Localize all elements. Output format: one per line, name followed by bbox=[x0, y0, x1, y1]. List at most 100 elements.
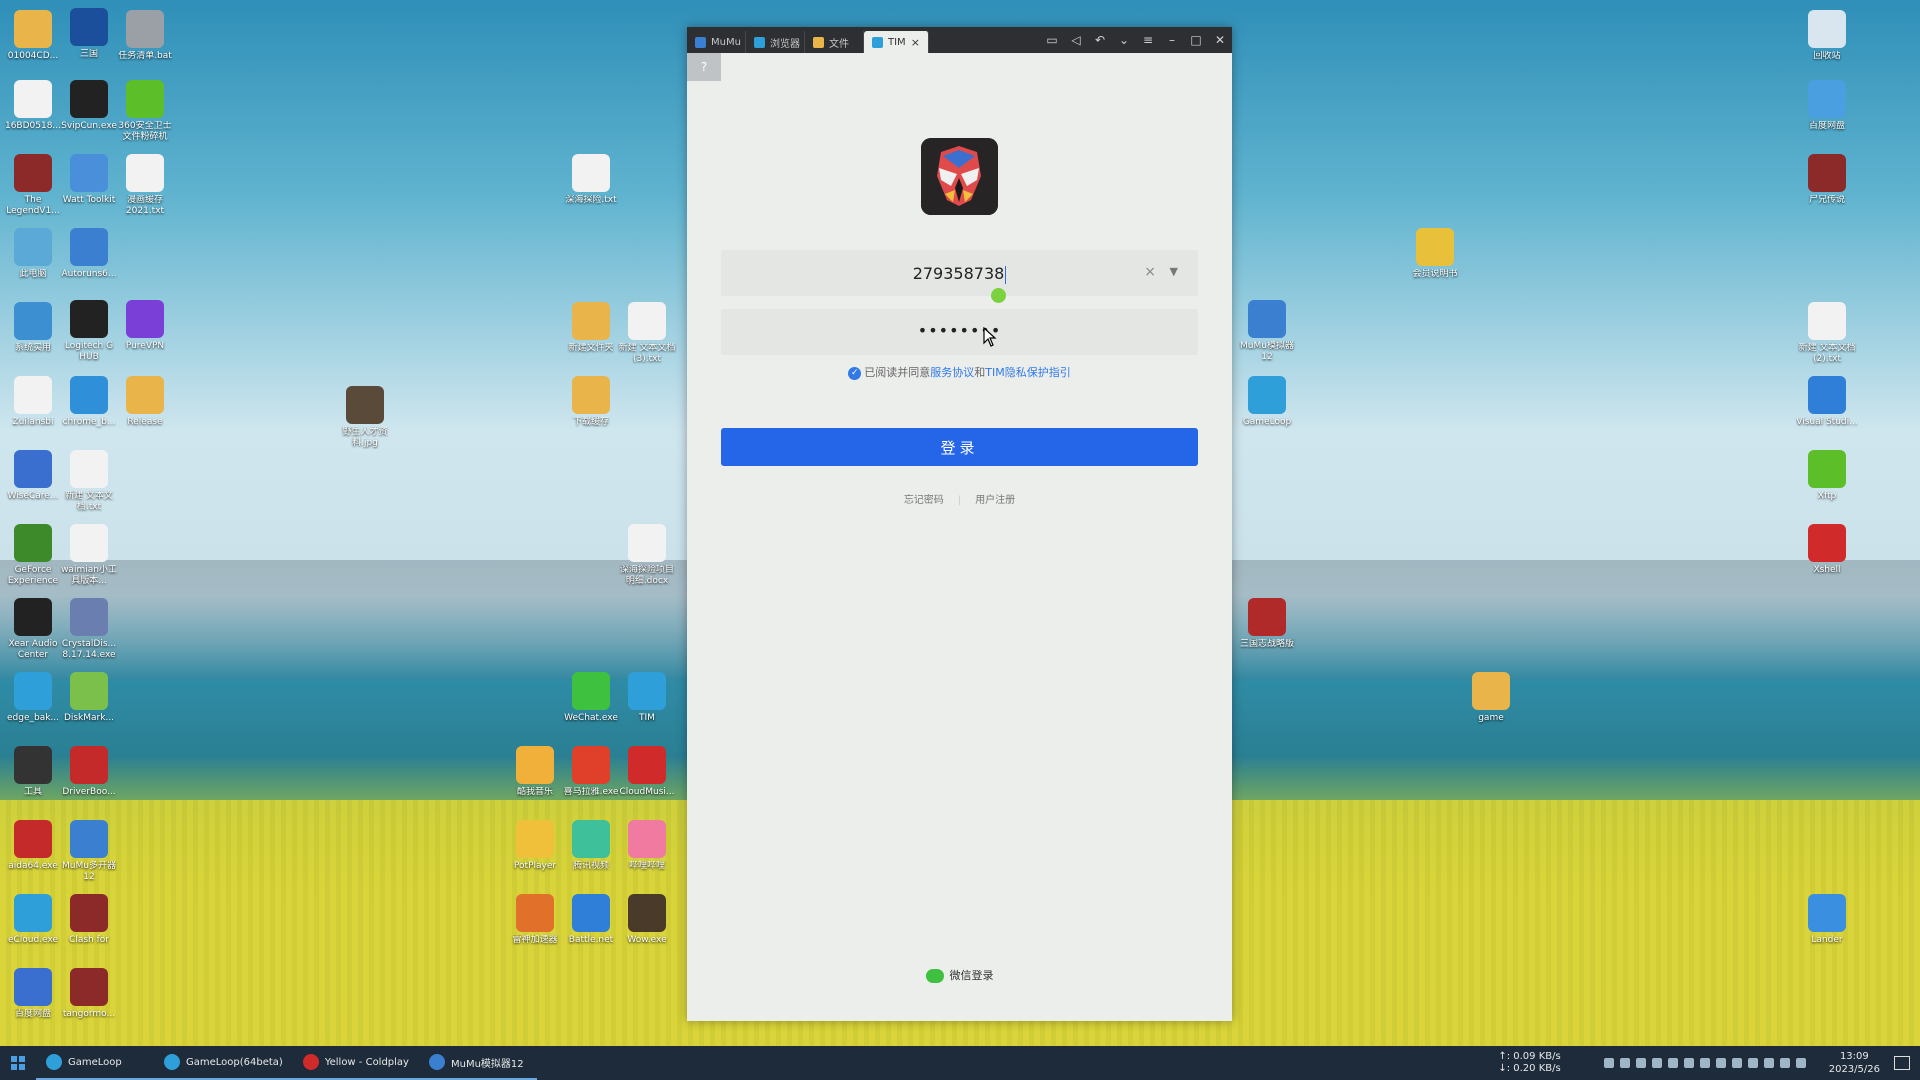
desktop-icon[interactable]: chrome_b... bbox=[58, 376, 120, 439]
desktop-icon[interactable]: 漫画缓存2021.txt bbox=[114, 154, 176, 217]
desktop-icon[interactable]: 深海探险项目明细.docx bbox=[616, 524, 678, 587]
desktop-icon[interactable]: Clash for bbox=[58, 894, 120, 957]
screen-icon[interactable]: ▭ bbox=[1040, 27, 1064, 53]
desktop-icon[interactable]: 此电脑 bbox=[2, 228, 64, 291]
maximize-icon[interactable]: □ bbox=[1184, 27, 1208, 53]
desktop-icon[interactable]: edge_bak... bbox=[2, 672, 64, 735]
desktop-icon[interactable]: GeForce Experience bbox=[2, 524, 64, 587]
desktop-icon[interactable]: GameLoop bbox=[1236, 376, 1298, 439]
terms-link[interactable]: 服务协议 bbox=[930, 366, 974, 379]
speaker-icon[interactable] bbox=[1763, 1058, 1774, 1068]
minimize-icon[interactable]: – bbox=[1160, 27, 1184, 53]
desktop-icon[interactable]: PotPlayer bbox=[504, 820, 566, 883]
tray-app-icon[interactable] bbox=[1683, 1058, 1694, 1068]
window-tab[interactable]: 浏览器 bbox=[746, 31, 805, 53]
tray-app-icon[interactable] bbox=[1699, 1058, 1710, 1068]
desktop-icon[interactable]: CrystalDis... 8.17.14.exe bbox=[58, 598, 120, 661]
desktop-icon[interactable]: DriverBoo... bbox=[58, 746, 120, 809]
desktop-icon[interactable]: 哔哩哔哩 bbox=[616, 820, 678, 883]
desktop-icon[interactable]: 雷神加速器 bbox=[504, 894, 566, 957]
taskbar-app[interactable]: GameLoop bbox=[36, 1046, 154, 1080]
network-icon[interactable] bbox=[1747, 1058, 1758, 1068]
tab-close-icon[interactable]: × bbox=[911, 36, 920, 49]
desktop-icon[interactable]: TIM bbox=[616, 672, 678, 735]
desktop-icon[interactable]: Battle.net bbox=[560, 894, 622, 957]
window-tab[interactable]: TIM × bbox=[864, 31, 929, 53]
desktop-icon[interactable]: Logitech G HUB bbox=[58, 300, 120, 363]
menu-icon[interactable]: ≡ bbox=[1136, 27, 1160, 53]
desktop-icon[interactable]: 新建文件夹 bbox=[560, 302, 622, 365]
ime-icon[interactable] bbox=[1779, 1058, 1790, 1068]
close-icon[interactable]: ✕ bbox=[1208, 27, 1232, 53]
desktop-icon[interactable]: 喜马拉雅.exe bbox=[560, 746, 622, 809]
undo-icon[interactable]: ↶ bbox=[1088, 27, 1112, 53]
desktop-icon[interactable]: 会员说明书 bbox=[1404, 228, 1466, 291]
desktop-icon[interactable]: 工具 bbox=[2, 746, 64, 809]
desktop-icon[interactable]: tangormo... bbox=[58, 968, 120, 1031]
desktop-icon[interactable]: 新建 文本文档.txt bbox=[58, 450, 120, 513]
privacy-link[interactable]: TIM隐私保护指引 bbox=[985, 366, 1070, 379]
desktop-icon[interactable]: 百度网盘 bbox=[2, 968, 64, 1031]
dropdown-arrow-icon[interactable]: ▼ bbox=[1170, 265, 1178, 278]
desktop-icon[interactable]: waimian小工具版本... bbox=[58, 524, 120, 587]
desktop-icon[interactable]: MuMu模拟器12 bbox=[1236, 300, 1298, 363]
desktop-icon[interactable]: 新建 文本文档 (2).txt bbox=[1796, 302, 1858, 365]
desktop-icon[interactable]: CloudMusi... bbox=[616, 746, 678, 809]
wechat-login-button[interactable]: 微信登录 bbox=[687, 967, 1232, 983]
account-field[interactable]: 279358738 × ▼ bbox=[721, 250, 1198, 296]
tray-app-icon[interactable] bbox=[1603, 1058, 1614, 1068]
desktop-icon[interactable]: 任务清单.bat bbox=[114, 10, 176, 73]
desktop-icon[interactable]: aida64.exe bbox=[2, 820, 64, 883]
bluetooth-icon[interactable] bbox=[1667, 1058, 1678, 1068]
desktop-icon[interactable]: Autoruns6... bbox=[58, 228, 120, 291]
desktop-icon[interactable]: 三国 bbox=[58, 8, 120, 71]
desktop-icon[interactable]: WeChat.exe bbox=[560, 672, 622, 735]
window-tab[interactable]: MuMu bbox=[687, 31, 746, 53]
tray-app-icon[interactable] bbox=[1715, 1058, 1726, 1068]
desktop-icon[interactable]: 酷我音乐 bbox=[504, 746, 566, 809]
desktop-icon[interactable]: 360安全卫士文件粉碎机 bbox=[114, 80, 176, 143]
volume-icon[interactable]: ◁ bbox=[1064, 27, 1088, 53]
desktop-icon[interactable]: Xftp bbox=[1796, 450, 1858, 513]
desktop-icon[interactable]: 回收站 bbox=[1796, 10, 1858, 73]
taskbar-app[interactable]: MuMu模拟器12 bbox=[418, 1046, 537, 1080]
desktop-icon[interactable]: MuMu多开器12 bbox=[58, 820, 120, 883]
window-tab[interactable]: 文件 bbox=[805, 31, 864, 53]
desktop-icon[interactable]: 01004CD... bbox=[2, 10, 64, 73]
login-button[interactable]: 登录 bbox=[721, 428, 1198, 466]
desktop-icon[interactable]: 野生人才资料.jpg bbox=[334, 386, 396, 449]
agreement-checkbox[interactable]: ✓ bbox=[848, 366, 862, 380]
desktop-icon[interactable]: 尸兄传说 bbox=[1796, 154, 1858, 217]
help-button[interactable]: ? bbox=[687, 53, 721, 81]
notification-icon[interactable] bbox=[1894, 1056, 1910, 1070]
desktop-icon[interactable]: 三国志战略版 bbox=[1236, 598, 1298, 661]
desktop-icon[interactable]: 下载缓存 bbox=[560, 376, 622, 439]
clock[interactable]: 13:09 2023/5/26 bbox=[1829, 1050, 1880, 1076]
desktop-icon[interactable]: Release bbox=[114, 376, 176, 439]
desktop-icon[interactable]: 新建 文本文档 (3).txt bbox=[616, 302, 678, 365]
desktop-icon[interactable]: 16BD0518... bbox=[2, 80, 64, 143]
antivirus-icon[interactable] bbox=[1795, 1058, 1806, 1068]
forgot-password-link[interactable]: 忘记密码 bbox=[904, 495, 944, 506]
chevron-down-icon[interactable]: ⌄ bbox=[1112, 27, 1136, 53]
tray-app-icon[interactable] bbox=[1731, 1058, 1742, 1068]
desktop-icon[interactable]: Zuilansbi bbox=[2, 376, 64, 439]
clear-icon[interactable]: × bbox=[1144, 264, 1156, 280]
desktop-icon[interactable]: eCloud.exe bbox=[2, 894, 64, 957]
taskbar-app[interactable]: GameLoop(64beta) bbox=[154, 1046, 293, 1080]
desktop-icon[interactable]: 系统实用 bbox=[2, 302, 64, 365]
desktop-icon[interactable]: Visual Studi... bbox=[1796, 376, 1858, 439]
desktop-icon[interactable]: Wow.exe bbox=[616, 894, 678, 957]
desktop-icon[interactable]: 腾讯视频 bbox=[560, 820, 622, 883]
desktop-icon[interactable]: Xear Audio Center bbox=[2, 598, 64, 661]
tray-app-icon[interactable] bbox=[1635, 1058, 1646, 1068]
tray-app-icon[interactable] bbox=[1619, 1058, 1630, 1068]
desktop-icon[interactable]: Watt Toolkit bbox=[58, 154, 120, 217]
desktop-icon[interactable]: 深海探险.txt bbox=[560, 154, 622, 217]
start-button[interactable] bbox=[0, 1046, 36, 1080]
taskbar-app[interactable]: Yellow - Coldplay bbox=[292, 1046, 419, 1080]
tray-app-icon[interactable] bbox=[1651, 1058, 1662, 1068]
desktop-icon[interactable]: game bbox=[1460, 672, 1522, 735]
desktop-icon[interactable]: Xshell bbox=[1796, 524, 1858, 587]
desktop-icon[interactable]: PureVPN bbox=[114, 300, 176, 363]
